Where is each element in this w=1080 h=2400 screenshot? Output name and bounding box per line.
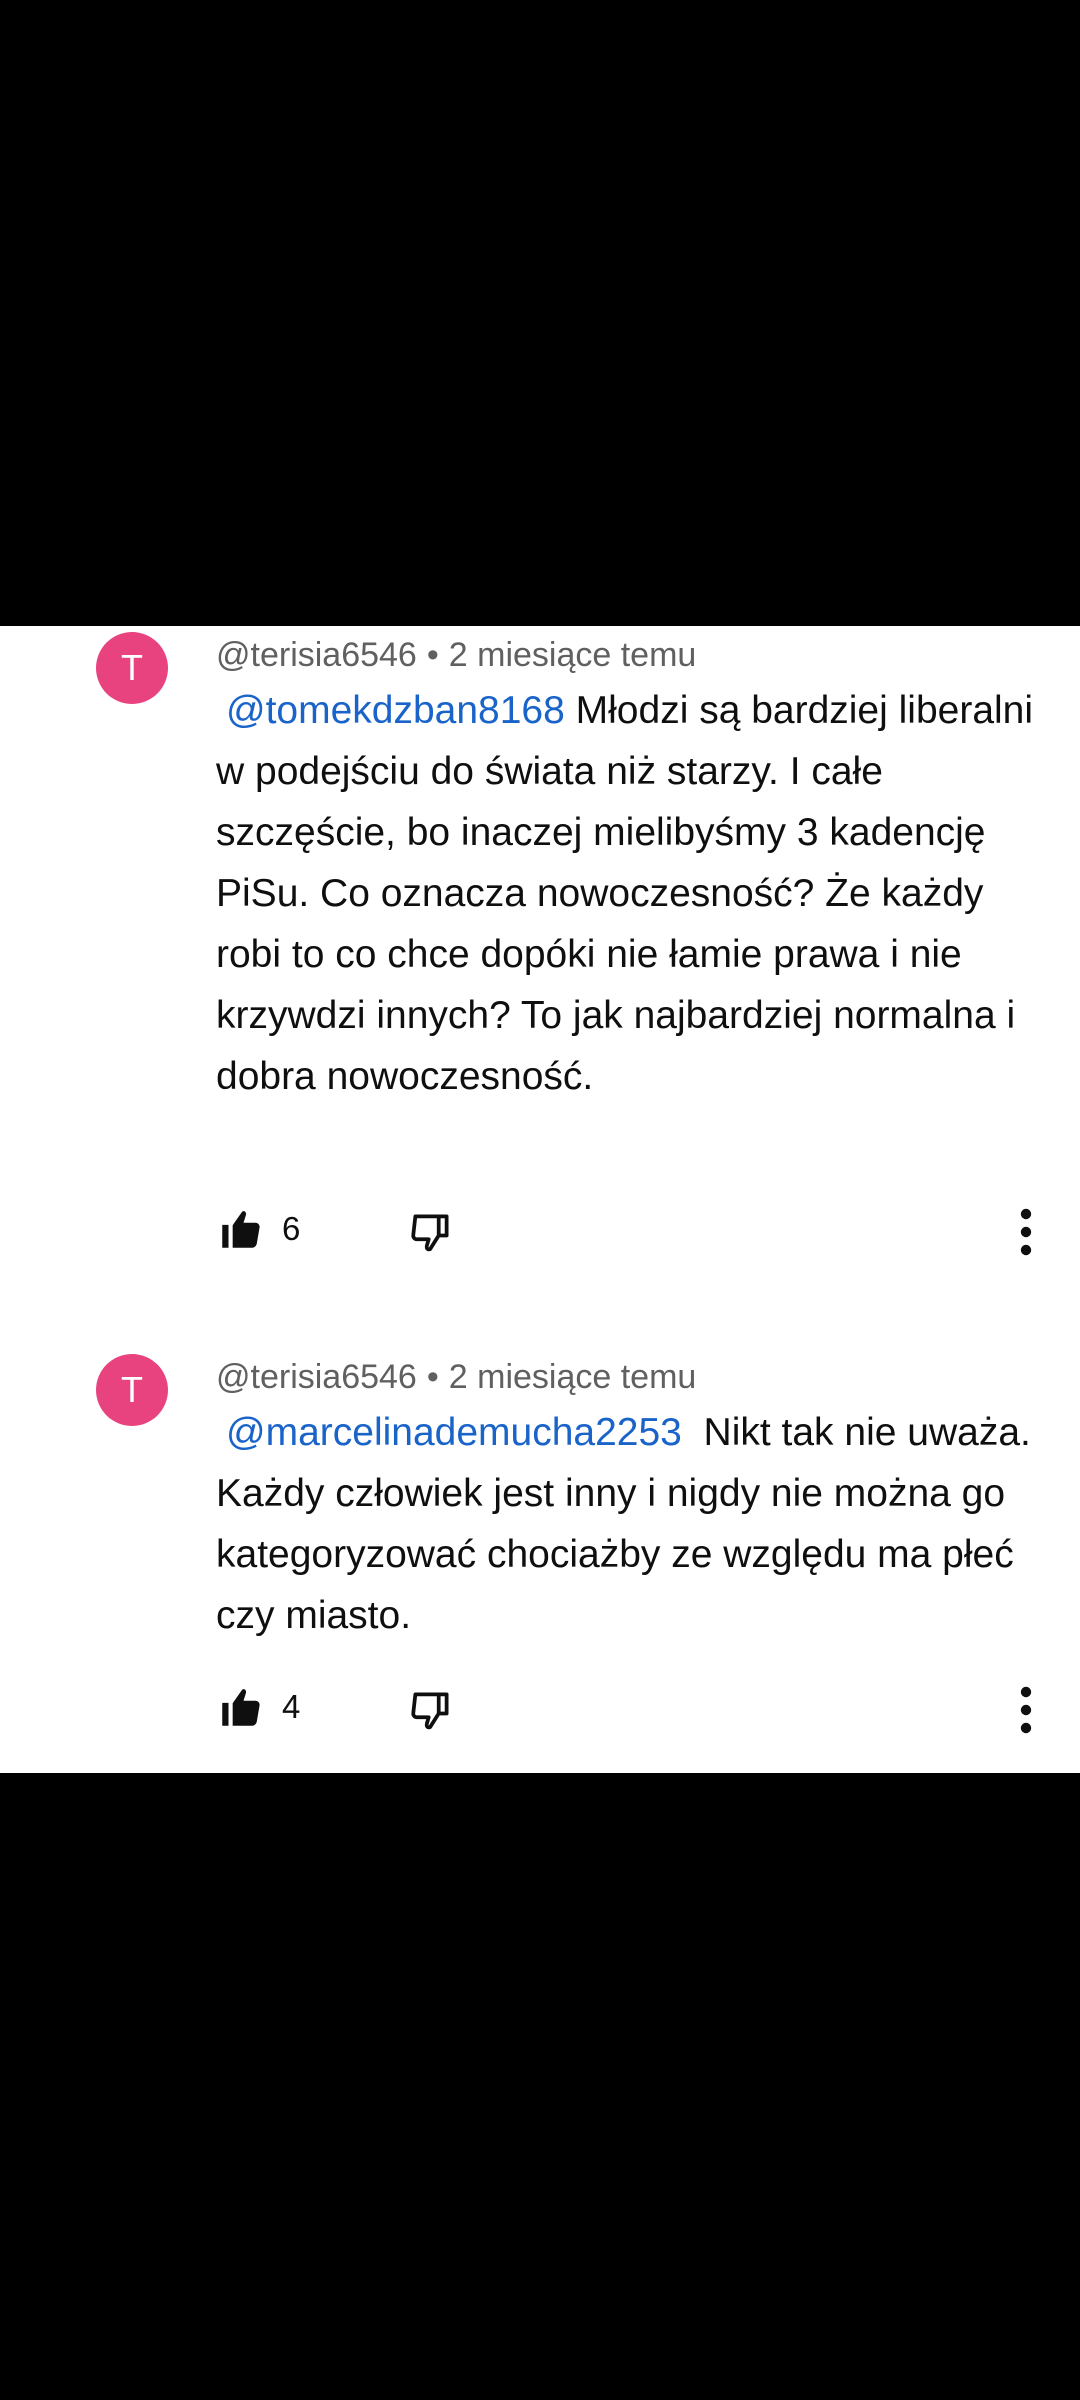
comment-meta: @terisia6546 • 2 miesiące temu bbox=[216, 1354, 696, 1400]
comment-body: Młodzi są bardziej liberalni w podejściu… bbox=[216, 689, 1034, 1098]
thumb-up-filled-icon[interactable] bbox=[216, 1204, 266, 1254]
top-black-area bbox=[0, 0, 1080, 626]
like-count: 4 bbox=[282, 1688, 301, 1725]
comment-text: @tomekdzban8168 Młodzi są bardziej liber… bbox=[216, 680, 1036, 1107]
meta-separator: • bbox=[426, 636, 439, 674]
comment-actions: 4 bbox=[0, 1682, 1080, 1742]
like-count: 6 bbox=[282, 1210, 301, 1247]
meta-separator: • bbox=[426, 1358, 439, 1396]
comment-text: @marcelinademucha2253 Nikt tak nie uważa… bbox=[216, 1402, 1036, 1646]
thumb-up-filled-icon[interactable] bbox=[216, 1682, 266, 1732]
thumb-down-outline-icon[interactable] bbox=[406, 1686, 456, 1736]
more-vertical-icon[interactable] bbox=[1006, 1204, 1046, 1260]
more-vertical-icon[interactable] bbox=[1006, 1682, 1046, 1738]
thumb-down-outline-icon[interactable] bbox=[406, 1208, 456, 1258]
mention-link[interactable]: @tomekdzban8168 bbox=[226, 689, 565, 732]
mention-link[interactable]: @marcelinademucha2253 bbox=[226, 1411, 682, 1454]
author-name[interactable]: @terisia6546 bbox=[216, 1358, 417, 1396]
comment-actions: 6 bbox=[0, 1204, 1080, 1264]
comment-time: 2 miesiące temu bbox=[448, 636, 697, 674]
avatar[interactable]: T bbox=[96, 1354, 168, 1426]
author-name[interactable]: @terisia6546 bbox=[216, 636, 417, 674]
comment-time: 2 miesiące temu bbox=[448, 1358, 697, 1396]
comments-panel: T @terisia6546 • 2 miesiące temu @tomekdzb… bbox=[0, 626, 1080, 1773]
bottom-black-area bbox=[0, 1773, 1080, 2400]
avatar[interactable]: T bbox=[96, 632, 168, 704]
comment-meta: @terisia6546 • 2 miesiące temu bbox=[216, 632, 696, 678]
